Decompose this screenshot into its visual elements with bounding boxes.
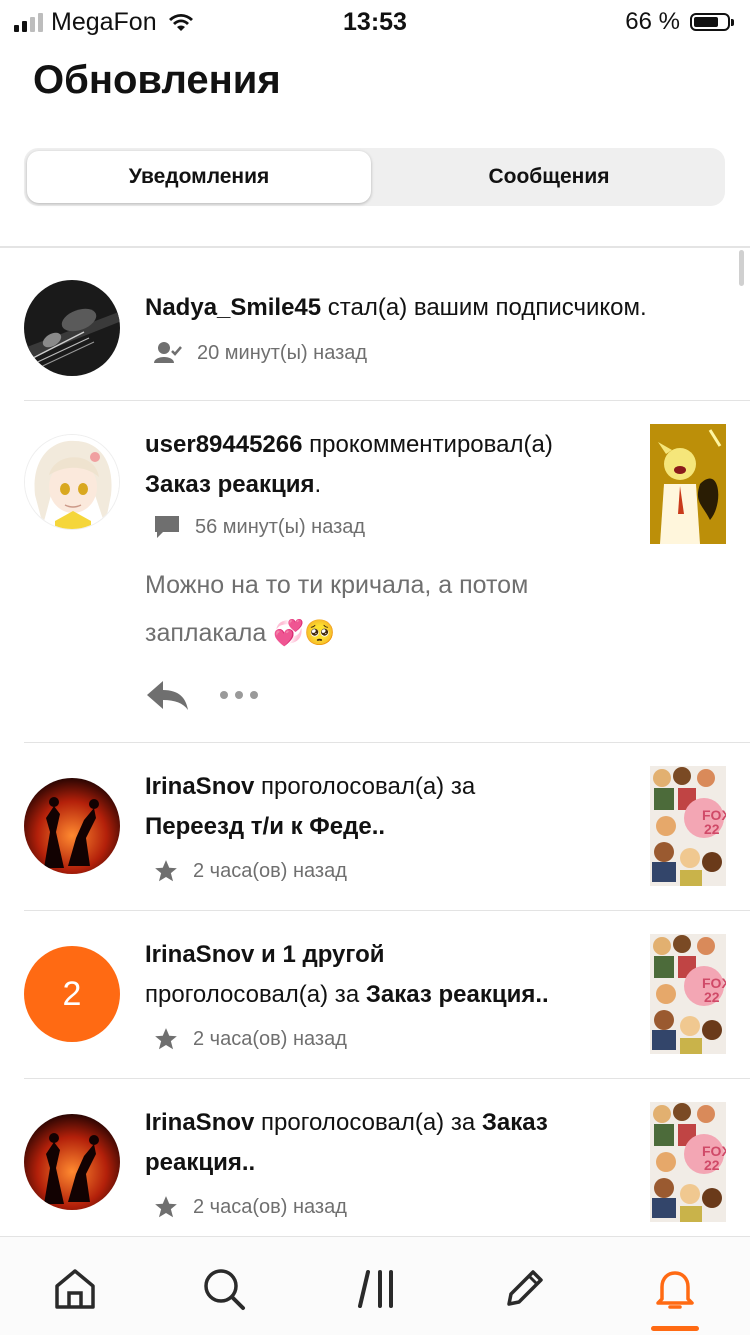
notification-meta: 56 минут(ы) назад [153, 512, 365, 542]
notification-text: проголосовал(а) за [254, 1109, 482, 1136]
timestamp: 2 часа(ов) назад [193, 1027, 347, 1050]
list-item[interactable]: IrinaSnov проголосовал(а) за Заказ реакц… [0, 1079, 750, 1236]
active-tab-indicator [651, 1326, 699, 1331]
notification-text: стал(а) вашим подписчиком. [321, 294, 647, 321]
comment-text: Можно на то ти кричала, а потом заплакал… [145, 571, 529, 647]
story-title-continued[interactable]: реакция.. [145, 1149, 255, 1176]
list-item[interactable]: IrinaSnov проголосовал(а) за Переезд т/и… [0, 743, 750, 910]
notification-meta: 2 часа(ов) назад [153, 1192, 347, 1222]
avatar[interactable] [24, 1114, 120, 1210]
nav-library[interactable] [347, 1259, 407, 1319]
reply-icon[interactable] [145, 679, 189, 711]
tab-notifications[interactable]: Уведомления [27, 151, 371, 203]
comment-icon [155, 516, 179, 538]
notification-meta: 2 часа(ов) назад [153, 856, 347, 886]
notification-text: проголосовал(а) за [145, 981, 366, 1008]
story-title[interactable]: Переезд т/и к Феде.. [145, 813, 385, 840]
timestamp: 20 минут(ы) назад [197, 341, 368, 364]
avatar[interactable] [24, 434, 120, 530]
notification-text: проголосовал(а) за [254, 773, 476, 800]
write-icon [507, 1270, 543, 1306]
status-bar: MegaFon 13:53 66 % [0, 0, 750, 44]
avatar-count-badge[interactable]: 2 [24, 946, 120, 1042]
notification-meta: 20 минут(ы) назад [153, 338, 367, 368]
more-options-icon[interactable] [219, 690, 259, 700]
story-title[interactable]: Заказ [482, 1109, 548, 1136]
star-icon [155, 1028, 177, 1050]
segmented-tabs: Уведомления Сообщения [24, 148, 725, 206]
library-icon [358, 1270, 393, 1308]
list-item[interactable]: Nadya_Smile45 стал(а) вашим подписчиком.… [0, 248, 750, 400]
username[interactable]: Nadya_Smile45 [145, 294, 321, 321]
list-item[interactable]: 2 IrinaSnov и 1 другой проголосовал(а) з… [0, 911, 750, 1078]
avatar[interactable] [24, 280, 120, 376]
svg-text:22: 22 [704, 1157, 720, 1173]
svg-text:22: 22 [704, 989, 720, 1005]
notification-text: прокомментировал(а) [302, 431, 553, 458]
page-title: Обновления [33, 58, 281, 102]
star-icon [155, 860, 177, 882]
battery-icon [690, 13, 734, 31]
tab-messages[interactable]: Сообщения [376, 151, 722, 203]
timestamp: 2 часа(ов) назад [193, 1195, 347, 1218]
svg-text:22: 22 [704, 821, 720, 837]
timestamp: 56 минут(ы) назад [195, 515, 366, 538]
story-cover[interactable]: FOX 22 [650, 934, 726, 1054]
follower-icon [154, 342, 182, 363]
nav-search[interactable] [194, 1259, 254, 1319]
bell-icon [656, 1271, 694, 1309]
notification-meta: 2 часа(ов) назад [153, 1024, 347, 1054]
timestamp: 2 часа(ов) назад [193, 859, 347, 882]
story-title[interactable]: Заказ реакция.. [366, 981, 549, 1008]
story-cover[interactable]: FOX 22 [650, 766, 726, 886]
bottom-nav [0, 1236, 750, 1335]
nav-write[interactable] [494, 1259, 554, 1319]
story-cover[interactable] [650, 424, 726, 544]
home-icon [55, 1269, 95, 1309]
username[interactable]: user89445266 [145, 431, 302, 458]
avatar[interactable] [24, 778, 120, 874]
nav-home[interactable] [45, 1259, 105, 1319]
battery-percent: 66 % [625, 8, 680, 35]
username[interactable]: IrinaSnov и 1 другой [145, 941, 384, 968]
list-item[interactable]: user89445266 прокомментировал(а) Заказ р… [0, 401, 750, 742]
username[interactable]: IrinaSnov [145, 773, 254, 800]
nav-notifications[interactable] [645, 1259, 705, 1319]
username[interactable]: IrinaSnov [145, 1109, 254, 1136]
search-icon [204, 1269, 245, 1310]
story-title[interactable]: Заказ реакция [145, 471, 315, 498]
story-cover[interactable]: FOX 22 [650, 1102, 726, 1222]
star-icon [155, 1196, 177, 1218]
